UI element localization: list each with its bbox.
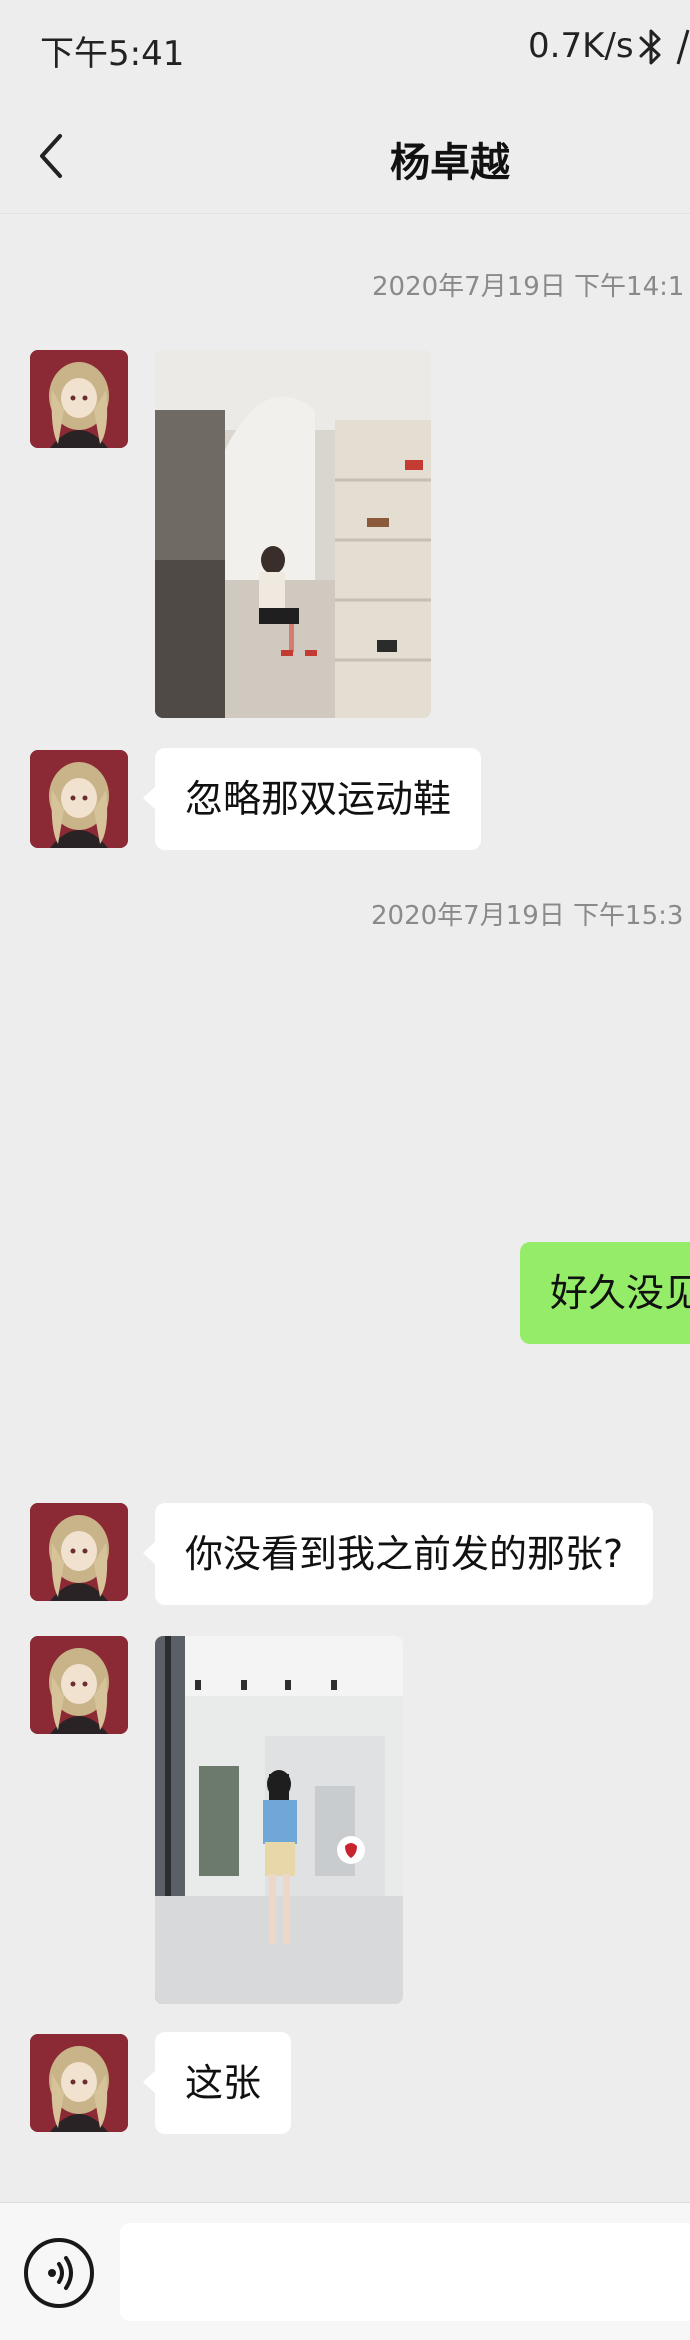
boutique-fitting-photo[interactable] [155,1636,403,2004]
chat-header: 杨卓越 [0,96,690,214]
message-input-bar [0,2202,690,2340]
avatar[interactable] [30,2034,128,2132]
avatar[interactable] [30,350,128,448]
message-timestamp: 2020年7月19日 下午15:3 [371,901,684,931]
voice-button[interactable] [24,2238,94,2308]
status-bar: 下午5:41 0.7K/s [0,0,690,96]
chevron-left-icon [30,134,86,190]
back-button[interactable] [30,126,86,186]
avatar[interactable] [30,750,128,848]
battery-icon [676,28,690,66]
message-bubble[interactable]: 忽略那双运动鞋 [142,748,482,850]
chat-message-list[interactable]: 2020年7月19日 下午14:1 忽略那双运动鞋 2020年7月19日 下午1… [0,214,690,2202]
page-title: 杨卓越 [390,140,510,186]
status-time: 下午5:41 [40,34,185,74]
message-bubble[interactable]: 这张 [142,2032,292,2134]
message-input[interactable] [120,2223,690,2321]
message-timestamp: 2020年7月19日 下午14:1 [372,272,685,302]
avatar[interactable] [30,1636,128,1734]
shoe-store-photo[interactable] [155,350,431,718]
network-speed: 0.7K/s [528,26,634,66]
voice-icon [28,2256,90,2308]
message-bubble[interactable]: 你没看到我之前发的那张? [142,1503,654,1605]
avatar[interactable] [30,1503,128,1601]
bluetooth-icon [638,28,664,66]
outgoing-message-bubble[interactable]: 好久没见 [520,1242,690,1344]
